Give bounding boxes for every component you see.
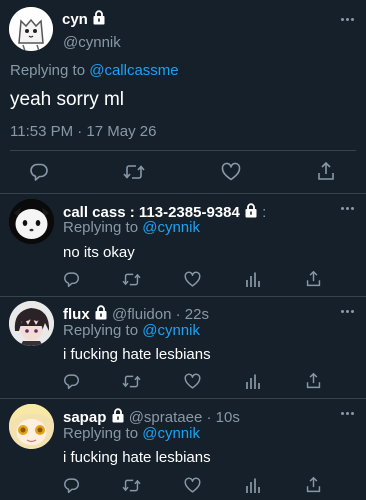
share-icon[interactable] [316, 161, 336, 182]
retweet-icon[interactable] [122, 477, 141, 494]
lock-icon [244, 203, 258, 222]
more-icon[interactable] [341, 18, 355, 22]
divider [0, 193, 366, 194]
handle[interactable]: @sprataee [129, 409, 203, 426]
more-icon[interactable] [341, 207, 355, 211]
reply-icon[interactable] [29, 162, 49, 182]
retweet-icon[interactable] [122, 373, 141, 390]
overflow-ellipsis: : [262, 204, 267, 221]
tweet-text: i fucking hate lesbians [63, 346, 211, 363]
reply-icon[interactable] [63, 271, 80, 288]
divider [0, 398, 366, 399]
replying-to-link[interactable]: @cynnik [142, 219, 200, 236]
avatar[interactable] [9, 199, 54, 244]
replying-to: Replying to @cynnik [63, 322, 200, 339]
reply-icon[interactable] [63, 477, 80, 494]
avatar[interactable] [9, 301, 54, 346]
tweet-text: i fucking hate lesbians [63, 449, 211, 466]
retweet-icon[interactable] [123, 162, 145, 182]
handle[interactable]: @fluidon [112, 306, 171, 323]
like-icon[interactable] [184, 477, 201, 494]
avatar-cat-image [9, 7, 53, 51]
more-icon[interactable] [341, 412, 355, 416]
like-icon[interactable] [184, 271, 201, 288]
replying-to: Replying to @cynnik [63, 219, 200, 236]
retweet-icon[interactable] [122, 271, 141, 288]
avatar[interactable] [9, 7, 53, 51]
timestamp[interactable]: 11:53 PM · 17 May 26 [10, 123, 156, 140]
avatar-ghost-image [9, 199, 54, 244]
tweet-text: yeah sorry ml [10, 89, 125, 110]
replying-to: Replying to @callcassme [10, 62, 179, 79]
replying-to-link[interactable]: @cynnik [142, 322, 200, 339]
time[interactable]: · 22s [176, 306, 209, 323]
share-icon[interactable] [305, 476, 322, 494]
analytics-icon[interactable] [245, 477, 261, 494]
like-icon[interactable] [184, 373, 201, 390]
like-icon[interactable] [221, 162, 241, 182]
display-name[interactable]: flux [63, 306, 90, 323]
reply-icon[interactable] [63, 373, 80, 390]
share-icon[interactable] [305, 372, 322, 390]
avatar-anime-image [9, 301, 54, 346]
divider [10, 150, 356, 151]
divider [0, 296, 366, 297]
time[interactable]: · 10s [206, 409, 239, 426]
avatar-anime-image [9, 404, 54, 449]
replying-to-link[interactable]: @callcassme [89, 62, 178, 79]
avatar[interactable] [9, 404, 54, 449]
display-name[interactable]: sapap [63, 409, 106, 426]
share-icon[interactable] [305, 270, 322, 288]
handle[interactable]: @cynnik [63, 34, 121, 51]
display-name[interactable]: cyn [62, 11, 88, 28]
lock-icon [92, 10, 106, 29]
more-icon[interactable] [341, 310, 355, 314]
tweet-text: no its okay [63, 244, 135, 261]
analytics-icon[interactable] [245, 271, 261, 288]
replying-to: Replying to @cynnik [63, 425, 200, 442]
analytics-icon[interactable] [245, 373, 261, 390]
replying-to-link[interactable]: @cynnik [142, 425, 200, 442]
